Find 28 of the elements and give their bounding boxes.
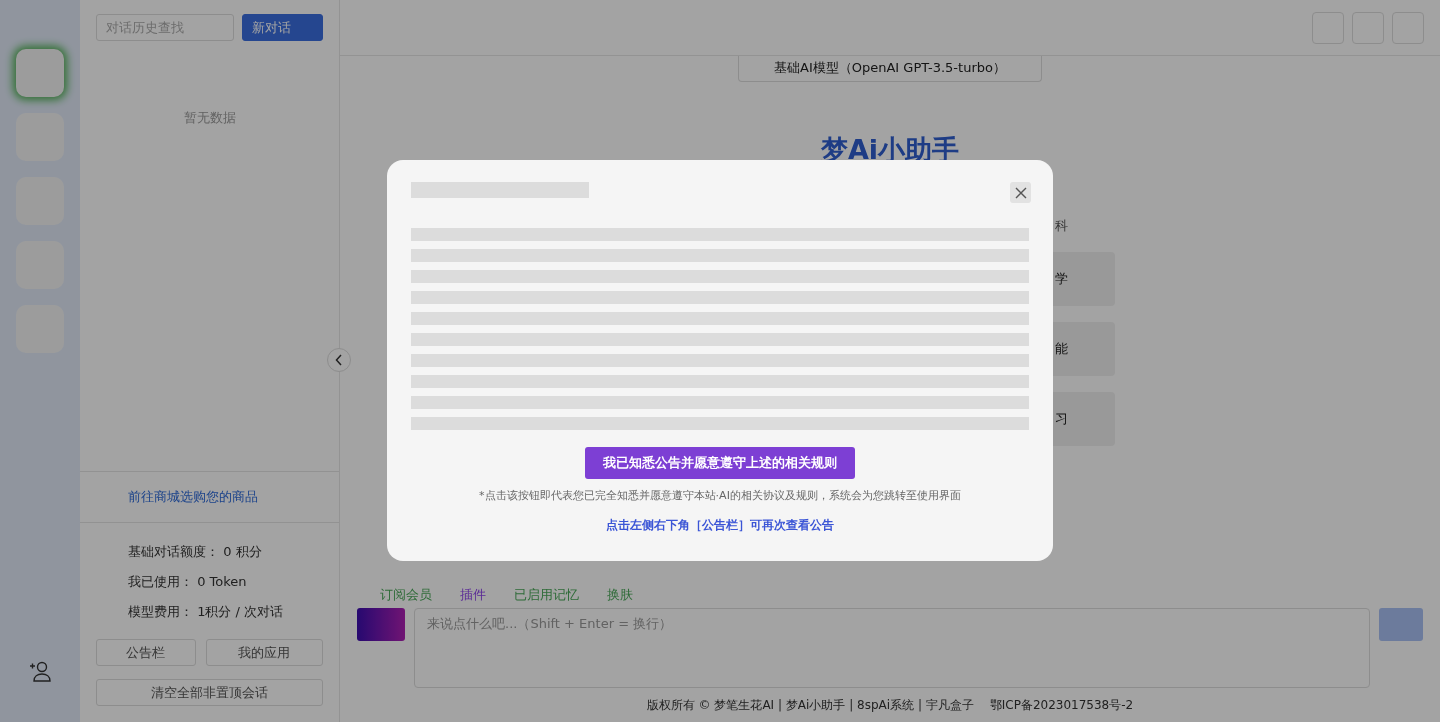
new-chat-button[interactable]: 新对话	[242, 14, 323, 41]
send-button[interactable]	[1379, 608, 1423, 641]
stat-text: 我已使用： 0 Token	[128, 573, 248, 591]
close-button[interactable]	[1010, 182, 1031, 203]
collapse-button[interactable]	[327, 348, 351, 372]
chevron-left-icon	[335, 354, 343, 366]
notice-note: *点击该按钮即代表您已完全知悉并愿意遵守本站·AI的相关协议及规则，系统会为您跳转至使用界面	[479, 488, 961, 503]
sidebar-button[interactable]: 我的应用	[205, 639, 323, 666]
stat-text: 基础对话额度： 0 积分	[128, 543, 263, 561]
app-tile[interactable]	[16, 49, 64, 97]
toolbar-link[interactable]: 换肤	[607, 586, 633, 608]
add-user-icon[interactable]	[29, 660, 51, 682]
model-selector[interactable]: 基础AI模型（OpenAI GPT-3.5-turbo）	[738, 56, 1042, 82]
message-input[interactable]: 来说点什么吧...（Shift + Enter = 换行）	[414, 608, 1370, 688]
toolbar-link[interactable]: 订阅会员	[380, 586, 432, 608]
sidebar-button[interactable]: 公告栏	[96, 639, 196, 666]
toolbar-link[interactable]: 插件	[460, 586, 486, 608]
shop-link[interactable]: 前往商城选购您的商品	[128, 488, 258, 506]
close-icon	[1014, 186, 1027, 199]
role-button[interactable]	[357, 608, 405, 641]
empty-text: 暂无数据	[182, 109, 237, 127]
clear-chats-button[interactable]: 清空全部非置顶会话	[96, 679, 323, 706]
toolbar-link[interactable]: 已启用记忆	[514, 586, 579, 608]
icp-link[interactable]: 鄂ICP备2023017538号-2	[989, 696, 1134, 714]
copyright-text: 版权所有 © 梦笔生花AI | 梦Ai小助手 | 8spAi系统 | 宇凡盒子	[646, 696, 974, 714]
confirm-button[interactable]: 我已知悉公告并愿意遵守上述的相关规则	[585, 447, 855, 479]
stat-text: 模型费用： 1积分 / 次对话	[128, 603, 285, 621]
notice-link[interactable]: 点击左侧右下角［公告栏］可再次查看公告	[606, 517, 834, 534]
